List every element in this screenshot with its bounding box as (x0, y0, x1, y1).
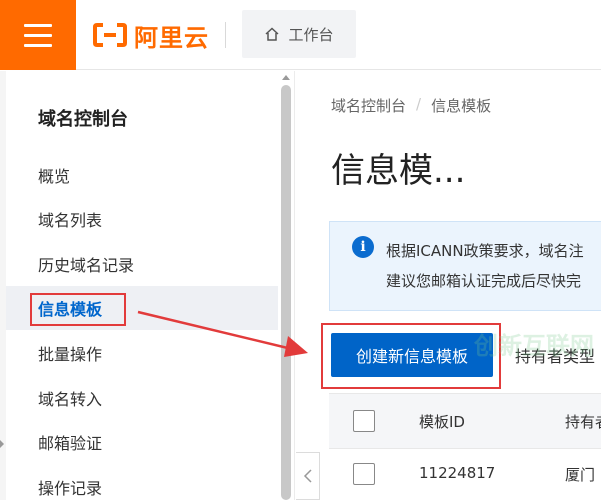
row-checkbox[interactable] (353, 463, 375, 485)
page-title: 信息模... (331, 151, 466, 191)
create-template-button[interactable]: 创建新信息模板 (331, 333, 493, 377)
cell-holder: 厦门 (565, 466, 596, 484)
info-icon: i (352, 236, 374, 258)
sidebar-item-label: 操作记录 (38, 479, 103, 498)
table-row[interactable]: 11224817 厦门 (329, 449, 601, 500)
column-header-holder: 持有者 (565, 413, 601, 431)
highlight-box (30, 293, 126, 326)
aliyun-logo-icon (93, 23, 127, 47)
workbench-label: 工作台 (288, 25, 334, 44)
sidebar-title: 域名控制台 (38, 109, 128, 130)
notice-text-line1: 根据ICANN政策要求，域名注 (386, 242, 584, 260)
scroll-thumb[interactable] (281, 85, 291, 500)
caret-right-icon[interactable] (0, 440, 4, 448)
sidebar-item-label: 邮箱验证 (38, 434, 103, 453)
sidebar-item-email-verification[interactable]: 邮箱验证 (6, 420, 278, 464)
sidebar: 域名控制台 概览 域名列表 历史域名记录 信息模板 批量操作 域名转入 邮箱验证… (6, 71, 278, 500)
sidebar-item-domain-transfer[interactable]: 域名转入 (6, 376, 278, 420)
breadcrumb-item-domain-console[interactable]: 域名控制台 (331, 95, 406, 116)
top-bar: 阿里云 工作台 (0, 0, 601, 70)
sidebar-item-domain-history[interactable]: 历史域名记录 (6, 242, 278, 286)
aliyun-logo[interactable]: 阿里云 (92, 18, 209, 52)
sidebar-scrollbar[interactable] (278, 71, 294, 500)
breadcrumb: 域名控制台 / 信息模板 (331, 95, 491, 116)
scroll-up-icon[interactable] (282, 75, 290, 80)
sidebar-item-label: 历史域名记录 (38, 256, 135, 275)
template-table: 模板ID 持有者 11224817 厦门 (329, 393, 601, 500)
column-header-template-id: 模板ID (419, 413, 465, 431)
breadcrumb-separator: / (416, 95, 422, 113)
hamburger-icon (24, 23, 52, 27)
sidebar-item-batch-operations[interactable]: 批量操作 (6, 331, 278, 375)
sidebar-item-operation-log[interactable]: 操作记录 (6, 465, 278, 500)
workbench-button[interactable]: 工作台 (242, 10, 356, 58)
sidebar-item-label: 域名转入 (38, 390, 103, 409)
home-icon (265, 27, 279, 41)
sidebar-item-info-template[interactable]: 信息模板 (6, 286, 278, 330)
notice-banner: i 根据ICANN政策要求，域名注 建议您邮箱认证完成后尽快完 (329, 221, 601, 311)
table-header: 模板ID 持有者 (329, 393, 601, 449)
logo-text: 阿里云 (134, 23, 209, 52)
sidebar-item-label: 域名列表 (38, 211, 103, 230)
breadcrumb-item-info-template: 信息模板 (431, 97, 492, 115)
notice-text-line2: 建议您邮箱认证完成后尽快完 (386, 272, 582, 290)
header-divider (225, 22, 226, 48)
collapse-sidebar-button[interactable] (296, 452, 320, 500)
sidebar-item-overview[interactable]: 概览 (6, 153, 278, 197)
cell-template-id: 11224817 (419, 464, 496, 482)
chevron-left-icon (303, 469, 312, 483)
menu-button[interactable] (0, 0, 76, 70)
main-content: 域名控制台 / 信息模板 信息模... i 根据ICANN政策要求，域名注 建议… (294, 71, 601, 500)
select-all-checkbox[interactable] (353, 410, 375, 432)
holder-type-filter[interactable]: 持有者类型 (515, 343, 595, 367)
sidebar-item-domain-list[interactable]: 域名列表 (6, 197, 278, 241)
sidebar-item-label: 批量操作 (38, 345, 103, 364)
sidebar-item-label: 概览 (38, 167, 71, 186)
